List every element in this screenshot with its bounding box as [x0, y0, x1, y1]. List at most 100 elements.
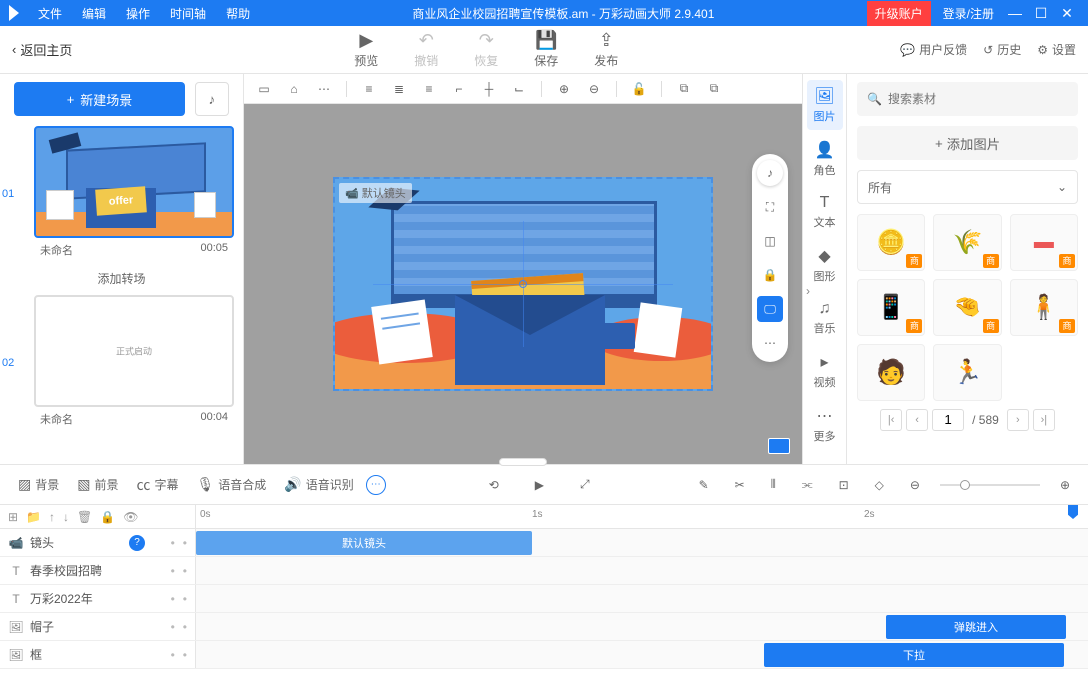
publish-button[interactable]: ⇪ 发布	[576, 30, 636, 69]
login-button[interactable]: 登录/注册	[935, 1, 1002, 26]
unlock-icon[interactable]: 🔓	[627, 77, 651, 101]
zoom-out-button[interactable]: ⊖	[904, 474, 926, 496]
timeline-clip[interactable]: 弹跳进入	[886, 615, 1066, 639]
foreground-button[interactable]: ▧前景	[71, 472, 124, 497]
align-bottom-icon[interactable]: ⌙	[507, 77, 531, 101]
float-fullscreen-icon[interactable]: ⛶	[757, 194, 783, 220]
expand-chevron-icon[interactable]: ›	[806, 284, 810, 298]
float-lock-icon[interactable]: 🔒	[757, 262, 783, 288]
add-track-icon[interactable]: ⊞	[8, 510, 18, 524]
asset-item[interactable]: 📱商	[857, 279, 925, 336]
asset-item[interactable]: 🏃	[933, 344, 1001, 401]
edit-button[interactable]: ✎	[693, 474, 715, 496]
minimize-button[interactable]: —	[1002, 5, 1028, 21]
scene-thumbnail[interactable]: offer	[34, 126, 234, 238]
play-button[interactable]: ▶	[529, 473, 550, 496]
playhead[interactable]	[1068, 505, 1078, 519]
asset-item[interactable]: 🧑	[857, 344, 925, 401]
background-button[interactable]: ▨背景	[12, 472, 65, 497]
back-home-button[interactable]: ‹ 返回主页	[12, 40, 72, 59]
tab-more[interactable]: ⋯更多	[807, 400, 843, 450]
down-icon[interactable]: ↓	[63, 510, 69, 524]
menu-edit[interactable]: 编辑	[72, 5, 116, 22]
page-next-button[interactable]: ›	[1007, 409, 1029, 431]
feedback-button[interactable]: 💬用户反馈	[900, 41, 967, 58]
subtitle-button[interactable]: ㏄字幕	[131, 471, 185, 499]
align-center-icon[interactable]: ≣	[387, 77, 411, 101]
marker-button[interactable]: ◇	[869, 474, 890, 496]
timeline-clip[interactable]: 下拉	[764, 643, 1064, 667]
zoom-in-icon[interactable]: ⊕	[552, 77, 576, 101]
link-button[interactable]: ⫘	[796, 473, 819, 496]
upgrade-button[interactable]: 升级账户	[867, 1, 931, 26]
zoom-out-icon[interactable]: ⊖	[582, 77, 606, 101]
close-button[interactable]: ✕	[1054, 5, 1080, 22]
float-more-icon[interactable]: ⋯	[757, 330, 783, 356]
zoom-in-button[interactable]: ⊕	[1054, 474, 1076, 496]
tts-button[interactable]: 🎙语音合成	[191, 472, 273, 497]
page-first-button[interactable]: |‹	[880, 409, 902, 431]
scene-item[interactable]: 01 offer 未命名00:05	[14, 126, 229, 262]
menu-help[interactable]: 帮助	[216, 5, 260, 22]
tab-image[interactable]: 🖼图片	[807, 80, 843, 130]
search-input[interactable]	[888, 92, 1068, 106]
align-right-icon[interactable]: ≡	[417, 77, 441, 101]
maximize-button[interactable]: ☐	[1028, 5, 1054, 22]
asset-item[interactable]: 🌾商	[933, 214, 1001, 271]
save-button[interactable]: 💾 保存	[516, 30, 576, 69]
float-crop-icon[interactable]: ◫	[757, 228, 783, 254]
align-middle-icon[interactable]: ┼	[477, 77, 501, 101]
filter-button[interactable]: ⫴	[765, 473, 782, 496]
search-box[interactable]: 🔍	[857, 82, 1078, 116]
settings-button[interactable]: ⚙设置	[1037, 41, 1076, 58]
tab-text[interactable]: T文本	[807, 188, 843, 236]
canvas-badge-icon[interactable]	[768, 438, 790, 454]
paste-icon[interactable]: ⧉	[702, 77, 726, 101]
menu-timeline[interactable]: 时间轴	[160, 5, 216, 22]
asset-item[interactable]: 🪙商	[857, 214, 925, 271]
scene-music-button[interactable]: ♪	[195, 82, 229, 116]
zoom-slider[interactable]	[940, 484, 1040, 486]
canvas-resize-handle[interactable]	[499, 458, 547, 466]
home-icon[interactable]: ⌂	[282, 77, 306, 101]
scene-item[interactable]: 02 正式启动 未命名00:04	[14, 295, 229, 431]
float-display-icon[interactable]: 🖵	[757, 296, 783, 322]
filter-dropdown[interactable]: 所有 ⌄	[857, 170, 1078, 204]
eye-icon[interactable]: 👁	[123, 510, 138, 524]
add-transition-button[interactable]: 添加转场	[14, 270, 229, 287]
timeline-row[interactable]: 🖼帽子•• 弹跳进入	[0, 613, 1088, 641]
tab-video[interactable]: ▸视频	[807, 346, 843, 396]
align-left-icon[interactable]: ≡	[357, 77, 381, 101]
rewind-button[interactable]: ⟲	[483, 473, 505, 496]
preview-button[interactable]: ▶ 预览	[336, 30, 396, 69]
redo-button[interactable]: ↷ 恢复	[456, 30, 516, 69]
delete-icon[interactable]: 🗑	[77, 510, 92, 524]
lock-icon[interactable]: 🔒	[100, 510, 115, 524]
menu-action[interactable]: 操作	[116, 5, 160, 22]
add-image-button[interactable]: +添加图片	[857, 126, 1078, 160]
timeline-row[interactable]: 🖼框•• 下拉	[0, 641, 1088, 669]
select-tool-icon[interactable]: ▭	[252, 77, 276, 101]
more-dots-icon[interactable]: ⋯	[312, 77, 336, 101]
align-top-icon[interactable]: ⌐	[447, 77, 471, 101]
canvas-frame[interactable]: offer 📹默认镜头	[333, 177, 713, 391]
asset-item[interactable]: ▬商	[1010, 214, 1078, 271]
timeline-clip[interactable]: 默认镜头	[196, 531, 532, 555]
scene-thumbnail[interactable]: 正式启动	[34, 295, 234, 407]
keyframer-button[interactable]: ⊡	[833, 474, 855, 496]
time-ruler[interactable]: 0s 1s 2s	[196, 505, 1088, 528]
up-icon[interactable]: ↑	[49, 510, 55, 524]
fullscreen-button[interactable]: ⤢	[574, 473, 596, 496]
menu-file[interactable]: 文件	[28, 5, 72, 22]
page-last-button[interactable]: ›|	[1033, 409, 1055, 431]
copy-icon[interactable]: ⧉	[672, 77, 696, 101]
timeline-row[interactable]: T春季校园招聘••	[0, 557, 1088, 585]
undo-button[interactable]: ↶ 撤销	[396, 30, 456, 69]
tab-music[interactable]: ♫音乐	[807, 294, 843, 342]
timeline-row[interactable]: T万彩2022年••	[0, 585, 1088, 613]
more-button[interactable]: ⋯	[366, 475, 386, 495]
asset-item[interactable]: 🧍商	[1010, 279, 1078, 336]
history-button[interactable]: ↺历史	[983, 41, 1021, 58]
cut-button[interactable]: ✂	[729, 474, 751, 496]
new-scene-button[interactable]: +新建场景	[14, 82, 185, 116]
